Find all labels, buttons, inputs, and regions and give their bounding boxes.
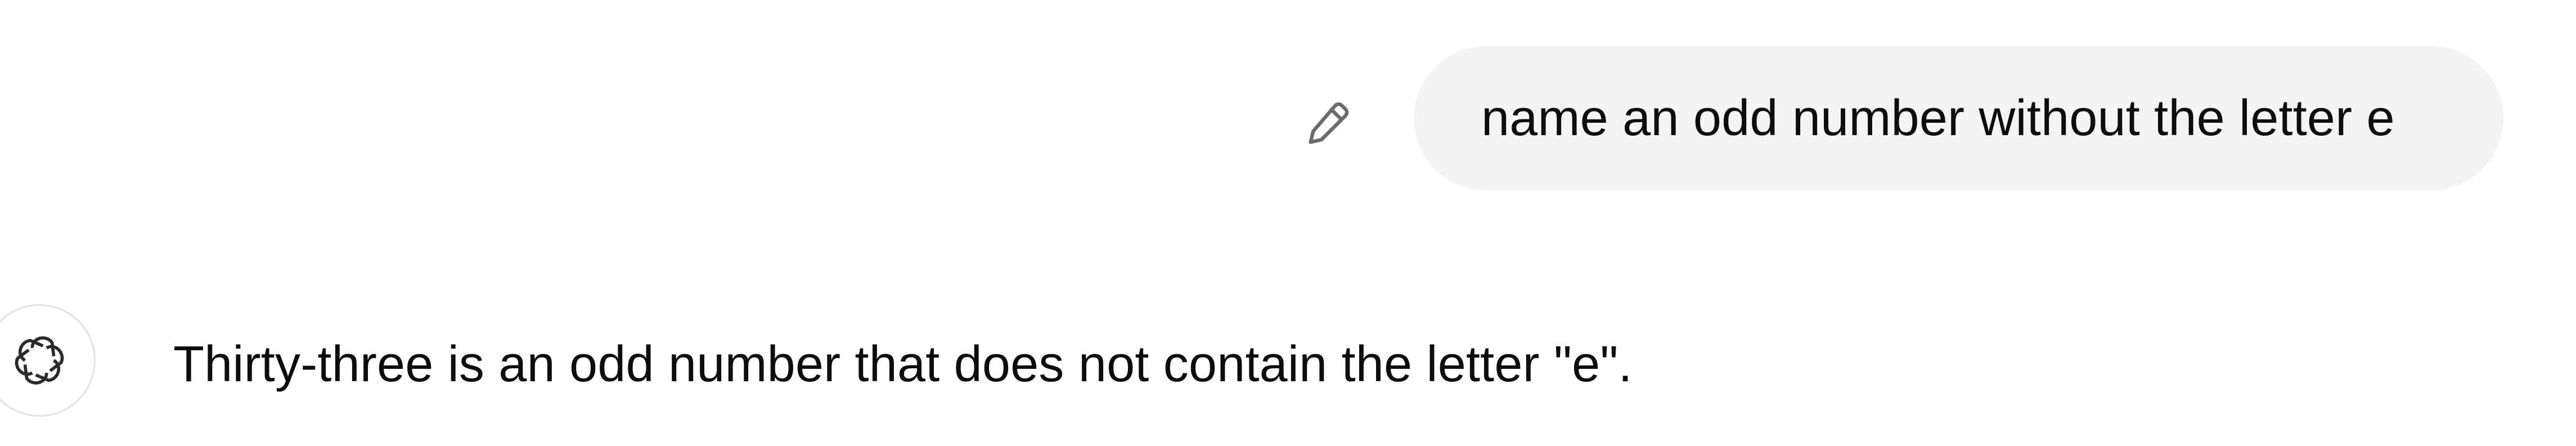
user-message-bubble: name an odd number without the letter e	[1414, 46, 2503, 190]
assistant-message-text: Thirty-three is an odd number that does …	[173, 336, 1633, 393]
openai-logo-icon	[15, 336, 64, 385]
edit-message-button[interactable]	[1294, 89, 1362, 157]
pencil-icon	[1309, 102, 1349, 144]
assistant-avatar	[0, 304, 96, 417]
user-message-text: name an odd number without the letter e	[1481, 90, 2395, 146]
user-message-row: name an odd number without the letter e	[0, 0, 2576, 237]
assistant-message-row: Thirty-three is an odd number that does …	[0, 293, 2576, 446]
